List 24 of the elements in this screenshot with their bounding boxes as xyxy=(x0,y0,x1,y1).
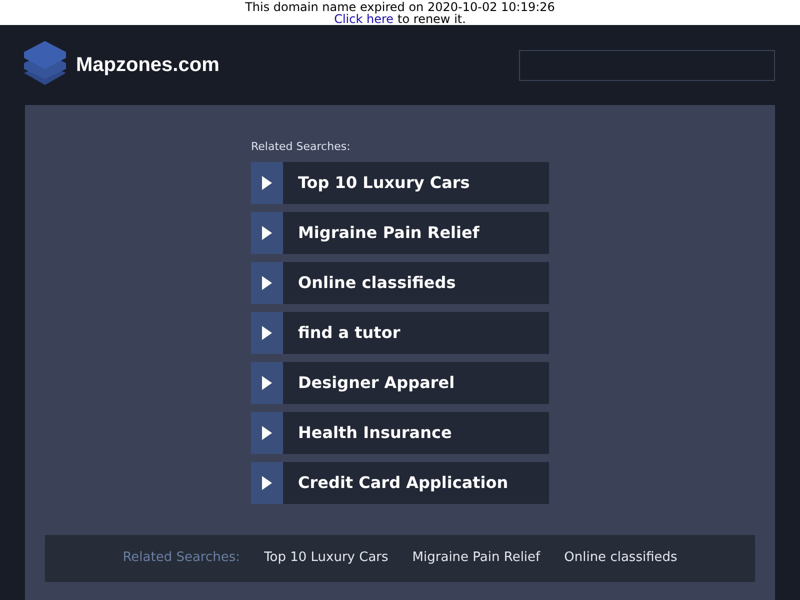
related-search-link[interactable]: Online classifieds xyxy=(251,262,549,304)
play-arrow-icon xyxy=(262,276,272,290)
related-search-link[interactable]: Health Insurance xyxy=(251,412,549,454)
renew-link[interactable]: Click here xyxy=(334,13,394,25)
play-arrow-icon xyxy=(262,376,272,390)
play-arrow-icon xyxy=(262,476,272,490)
footer-link[interactable]: Migraine Pain Relief xyxy=(412,548,540,568)
site-name: Mapzones.com xyxy=(76,53,220,78)
play-arrow-icon xyxy=(262,326,272,340)
footer-heading: Related Searches: xyxy=(122,549,240,568)
related-search-link[interactable]: Top 10 Luxury Cars xyxy=(251,162,549,204)
expiry-notice: This domain name expired on 2020-10-02 10:19:26 xyxy=(245,1,555,13)
play-arrow-icon xyxy=(262,176,272,190)
related-search-link[interactable]: Designer Apparel xyxy=(251,362,549,404)
renew-text: to renew it. xyxy=(398,13,466,25)
related-search-link[interactable]: Migraine Pain Relief xyxy=(251,212,549,254)
footer-link[interactable]: Online classifieds xyxy=(564,548,678,568)
play-arrow-icon xyxy=(262,226,272,240)
related-search-link[interactable]: find a tutor xyxy=(251,312,549,354)
related-searches-heading: Related Searches: xyxy=(251,139,352,155)
related-search-link[interactable]: Credit Card Application xyxy=(251,462,549,504)
footer-link[interactable]: Top 10 Luxury Cars xyxy=(264,548,388,568)
play-arrow-icon xyxy=(262,426,272,440)
search-field[interactable] xyxy=(519,50,775,80)
